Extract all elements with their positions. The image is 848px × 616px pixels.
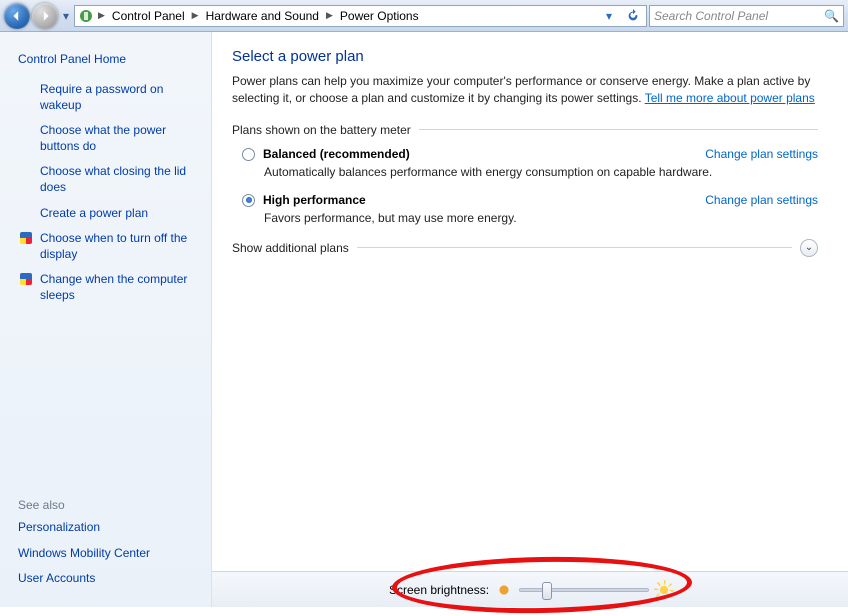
plan-name[interactable]: High performance [263,193,366,207]
search-icon: 🔍 [824,9,839,23]
brightness-label: Screen brightness: [389,583,489,597]
sidebar: Control Panel Home Require a password on… [0,32,212,607]
forward-button[interactable] [32,3,58,29]
change-plan-settings-link[interactable]: Change plan settings [705,193,818,207]
search-placeholder: Search Control Panel [654,9,768,23]
see-also-user-accounts[interactable]: User Accounts [18,571,197,587]
plans-group-header: Plans shown on the battery meter [232,123,818,137]
sun-dim-icon [497,583,511,597]
sidebar-link-turn-off-display[interactable]: Choose when to turn off the display [18,231,197,262]
breadcrumb-bar[interactable]: ▶ Control Panel ▶ Hardware and Sound ▶ P… [74,5,647,27]
back-button[interactable] [4,3,30,29]
sidebar-home-link[interactable]: Control Panel Home [18,52,197,66]
change-plan-settings-link[interactable]: Change plan settings [705,147,818,161]
breadcrumb-power-options[interactable]: Power Options [337,8,422,24]
intro-help-link[interactable]: Tell me more about power plans [645,91,815,105]
breadcrumb-control-panel[interactable]: Control Panel [109,8,188,24]
back-arrow-icon [11,10,23,22]
history-dropdown[interactable]: ▾ [60,3,72,29]
see-also-mobility-center[interactable]: Windows Mobility Center [18,546,197,562]
plan-row-high-perf: High performance Change plan settings [242,193,818,207]
radio-high-performance[interactable] [242,194,255,207]
sidebar-link-power-buttons[interactable]: Choose what the power buttons do [18,123,197,154]
sidebar-link-create-plan[interactable]: Create a power plan [18,206,197,222]
chevron-right-icon: ▶ [98,10,105,21]
chevron-down-icon[interactable]: ⌄ [800,239,818,257]
see-also-personalization[interactable]: Personalization [18,520,197,536]
shield-icon [20,273,32,285]
chevron-right-icon: ▶ [326,10,333,21]
brightness-slider[interactable] [519,588,649,592]
page-title: Select a power plan [232,48,818,65]
address-dropdown[interactable]: ▾ [599,6,619,26]
plan-row-balanced: Balanced (recommended) Change plan setti… [242,147,818,161]
sun-bright-icon [657,583,671,597]
plan-name[interactable]: Balanced (recommended) [263,147,410,161]
search-input[interactable]: Search Control Panel 🔍 [649,5,844,27]
see-also-header: See also [18,498,197,512]
content-pane: Select a power plan Power plans can help… [212,32,848,607]
chevron-right-icon: ▶ [192,10,199,21]
shield-icon [20,232,32,244]
refresh-button[interactable] [623,6,643,26]
show-additional-plans[interactable]: Show additional plans ⌄ [232,239,818,257]
slider-thumb[interactable] [542,582,552,600]
control-panel-icon [78,8,94,24]
brightness-bar: Screen brightness: [212,571,848,607]
forward-arrow-icon [39,10,51,22]
plan-desc: Automatically balances performance with … [264,165,818,179]
sidebar-link-require-password[interactable]: Require a password on wakeup [18,82,197,113]
refresh-icon [626,9,640,23]
plan-desc: Favors performance, but may use more ene… [264,211,818,225]
radio-balanced[interactable] [242,148,255,161]
address-bar: ▾ ▶ Control Panel ▶ Hardware and Sound ▶… [0,0,848,32]
sidebar-link-computer-sleeps[interactable]: Change when the computer sleeps [18,272,197,303]
intro-text: Power plans can help you maximize your c… [232,73,818,107]
sidebar-link-closing-lid[interactable]: Choose what closing the lid does [18,164,197,195]
breadcrumb-hardware-sound[interactable]: Hardware and Sound [203,8,322,24]
